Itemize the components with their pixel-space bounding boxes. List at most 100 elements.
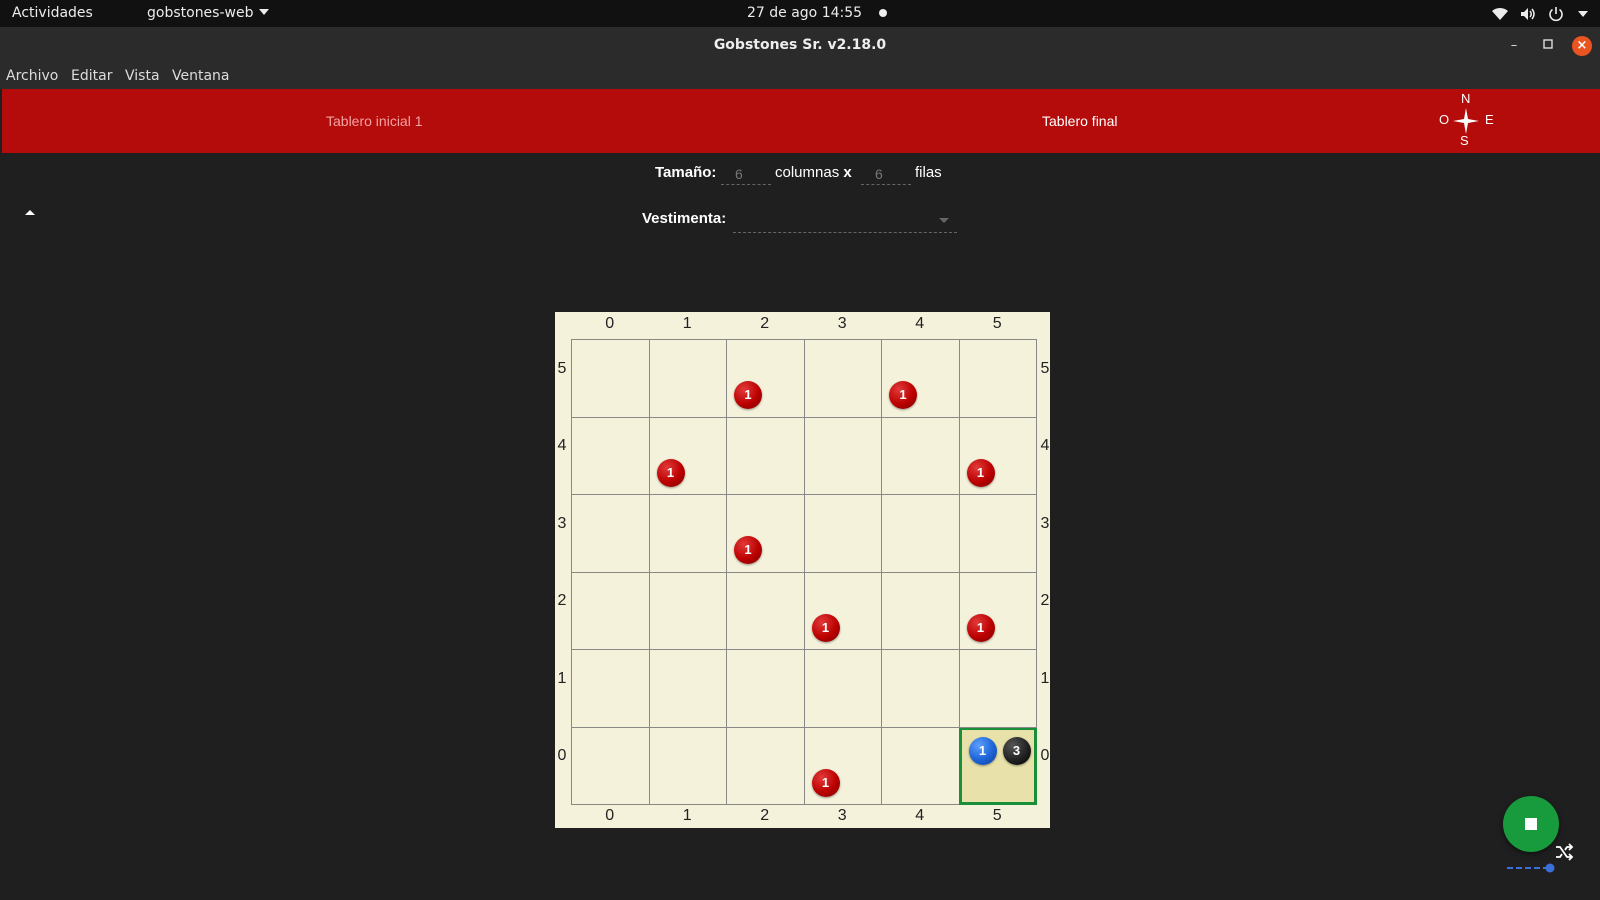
col-label-top: 0 [605, 315, 615, 332]
board-cell[interactable] [571, 571, 650, 650]
outfit-label: Vestimenta: [642, 210, 727, 227]
menu-ventana[interactable]: Ventana [172, 64, 230, 89]
app-menu-label: gobstones-web [147, 5, 254, 21]
board-cell[interactable] [881, 416, 960, 495]
board-cell[interactable] [958, 494, 1037, 573]
menu-vista[interactable]: Vista [125, 64, 160, 89]
times-symbol: x [843, 164, 852, 181]
col-label-top: 3 [837, 315, 847, 332]
compass-east: E [1485, 112, 1494, 127]
volume-icon[interactable] [1519, 5, 1537, 23]
red-stone: 1 [811, 613, 840, 642]
power-icon[interactable] [1547, 5, 1565, 23]
activities-button[interactable]: Actividades [12, 0, 93, 27]
shuffle-icon[interactable] [1554, 842, 1574, 862]
board-cell[interactable] [571, 339, 650, 418]
col-label-bottom: 2 [760, 807, 770, 824]
menu-archivo[interactable]: Archivo [6, 64, 58, 89]
board-header: Tablero inicial 1 Tablero final N S E O [2, 89, 1600, 153]
close-button[interactable]: × [1572, 36, 1592, 56]
board-cell[interactable]: 1 [958, 416, 1037, 495]
board-cell[interactable]: 1 [648, 416, 727, 495]
board-cell[interactable]: 1 [726, 494, 805, 573]
board-cell[interactable] [648, 726, 727, 805]
col-label-bottom: 0 [605, 807, 615, 824]
board-cell[interactable] [648, 339, 727, 418]
row-label-left: 0 [557, 747, 567, 765]
rows-label: filas [915, 164, 942, 181]
board-cell[interactable] [571, 726, 650, 805]
board-cell[interactable] [726, 649, 805, 728]
row-label-right: 4 [1040, 437, 1050, 455]
menubar: Archivo Editar Vista Ventana [0, 64, 1600, 89]
red-stone: 1 [966, 613, 995, 642]
tab-initial-board[interactable]: Tablero inicial 1 [326, 89, 423, 153]
board-cell[interactable]: 1 [881, 339, 960, 418]
col-label-top: 1 [682, 315, 692, 332]
board-cell[interactable] [726, 571, 805, 650]
speed-slider[interactable] [1505, 863, 1555, 873]
outfit-select[interactable] [733, 206, 957, 233]
tab-final-board[interactable]: Tablero final [1042, 89, 1118, 153]
black-stone: 3 [1002, 736, 1031, 765]
red-stone: 1 [656, 458, 685, 487]
board-cell[interactable] [881, 494, 960, 573]
board-cell[interactable] [881, 726, 960, 805]
row-label-right: 1 [1040, 669, 1050, 687]
col-label-top: 2 [760, 315, 770, 332]
board-cell[interactable] [803, 339, 882, 418]
board-cell[interactable] [803, 649, 882, 728]
board-cell[interactable] [571, 494, 650, 573]
row-label-left: 4 [557, 437, 567, 455]
board-cell[interactable] [958, 339, 1037, 418]
stop-icon [1525, 818, 1537, 830]
red-stone: 1 [734, 536, 762, 564]
board-cell[interactable] [803, 494, 882, 573]
caret-up-icon[interactable] [25, 210, 35, 215]
system-menu-chevron-icon[interactable] [1578, 11, 1588, 17]
row-label-right: 3 [1040, 514, 1050, 532]
compass-star-icon [1453, 108, 1479, 134]
blue-stone: 1 [968, 736, 997, 765]
board-cell[interactable] [648, 649, 727, 728]
board-cell[interactable] [726, 726, 805, 805]
board-cell[interactable] [803, 416, 882, 495]
notification-dot-icon [878, 9, 887, 17]
board-cell[interactable] [648, 571, 727, 650]
app-menu[interactable]: gobstones-web [147, 0, 270, 27]
close-icon: × [1576, 38, 1588, 53]
row-label-right: 2 [1040, 592, 1050, 610]
board-cell[interactable]: 1 [803, 726, 882, 805]
board-cell[interactable] [881, 649, 960, 728]
board-cell[interactable]: 1 [803, 571, 882, 650]
red-stone: 1 [889, 381, 917, 409]
board-cell[interactable]: 1 [726, 339, 805, 418]
col-label-bottom: 3 [837, 807, 847, 824]
minimize-button[interactable]: – [1504, 36, 1524, 56]
red-stone: 1 [811, 768, 840, 797]
board-cell[interactable]: 1 [958, 571, 1037, 650]
col-label-top: 4 [915, 315, 925, 332]
stop-button[interactable] [1503, 796, 1559, 852]
compass-west: O [1439, 112, 1450, 127]
board-cell[interactable] [726, 416, 805, 495]
board-cell[interactable] [958, 649, 1037, 728]
red-stone: 1 [966, 458, 995, 487]
board-cell[interactable] [571, 416, 650, 495]
size-label: Tamaño: [655, 164, 717, 181]
window-title-bar: Gobstones Sr. v2.18.0 – × [0, 27, 1600, 64]
rows-input[interactable] [861, 163, 911, 185]
board-cell[interactable] [881, 571, 960, 650]
board-cell-head[interactable]: 13 [958, 726, 1037, 805]
chevron-down-icon [939, 218, 949, 223]
compass-north: N [1461, 91, 1471, 106]
col-label-top: 5 [992, 315, 1002, 332]
board-cell[interactable] [571, 649, 650, 728]
board-cell[interactable] [648, 494, 727, 573]
maximize-button[interactable] [1538, 36, 1558, 56]
menu-editar[interactable]: Editar [71, 64, 112, 89]
row-label-left: 3 [557, 514, 567, 532]
wifi-icon[interactable] [1491, 5, 1509, 23]
clock[interactable]: 27 de ago 14:55 [747, 0, 887, 27]
columns-input[interactable] [721, 163, 771, 185]
